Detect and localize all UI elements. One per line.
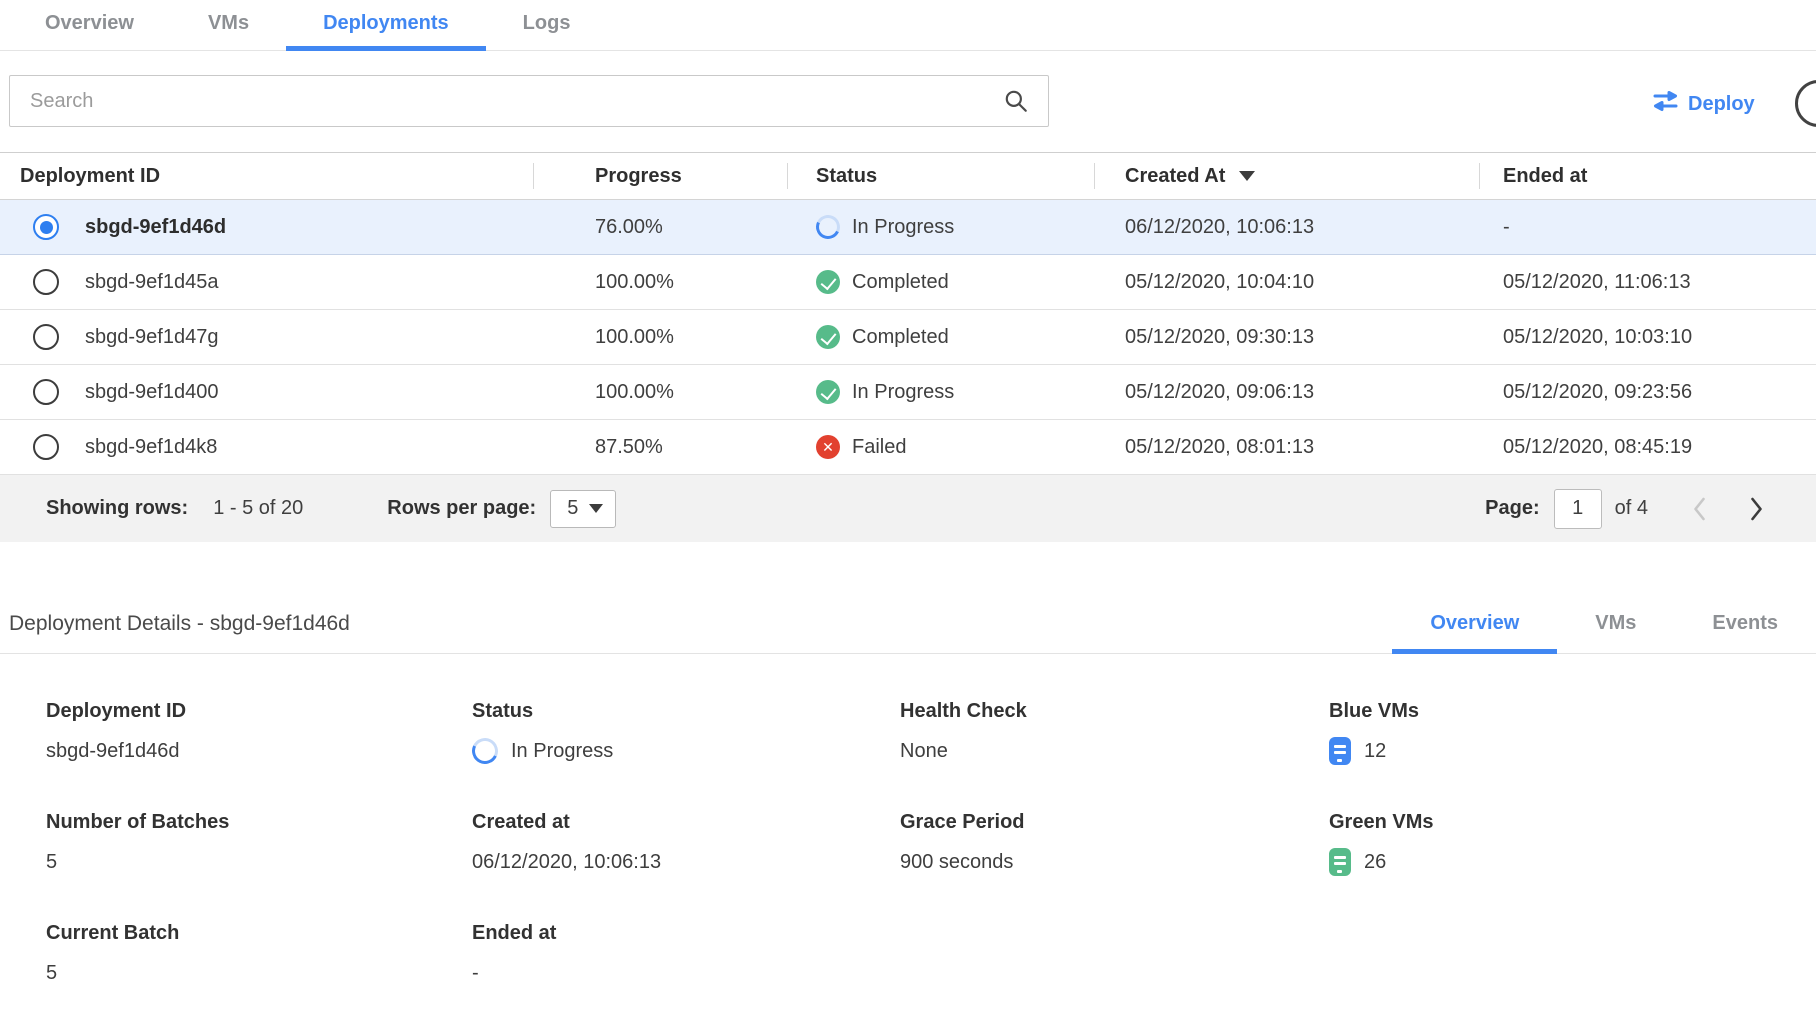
page-number-input[interactable] xyxy=(1554,489,1602,529)
status-label: Completed xyxy=(852,271,949,294)
created-at-value: 05/12/2020, 09:30:13 xyxy=(1094,326,1479,349)
refresh-icon[interactable] xyxy=(1795,80,1816,127)
column-header-deployment-id[interactable]: Deployment ID xyxy=(0,153,533,199)
table-row[interactable]: sbgd-9ef1d400 100.00% In Progress 05/12/… xyxy=(0,365,1816,420)
deployment-id: sbgd-9ef1d45a xyxy=(85,271,218,294)
progress-value: 100.00% xyxy=(533,271,787,294)
tab-overview[interactable]: Overview xyxy=(8,0,171,50)
status-icon xyxy=(816,380,840,404)
created-at-value: 05/12/2020, 08:01:13 xyxy=(1094,436,1479,459)
toolbar: Deploy xyxy=(0,51,1816,152)
main-tab-bar: Overview VMs Deployments Logs xyxy=(0,0,1816,51)
row-radio[interactable] xyxy=(33,269,59,295)
swap-arrows-icon xyxy=(1652,90,1679,118)
ended-at-value: 05/12/2020, 08:45:19 xyxy=(1479,436,1816,459)
field-number-of-batches: Number of Batches 5 xyxy=(46,811,472,876)
deployment-id: sbgd-9ef1d47g xyxy=(85,326,218,349)
column-header-created-at-label: Created At xyxy=(1125,165,1225,188)
sort-desc-icon xyxy=(1239,171,1255,181)
blue-vm-icon xyxy=(1329,737,1351,765)
status-icon xyxy=(816,435,840,459)
table-header-row: Deployment ID Progress Status Created At… xyxy=(0,153,1816,200)
chevron-down-icon xyxy=(589,504,603,513)
progress-value: 76.00% xyxy=(533,216,787,239)
status-label: In Progress xyxy=(852,381,954,404)
field-created-at: Created at 06/12/2020, 10:06:13 xyxy=(472,811,900,876)
progress-value: 100.00% xyxy=(533,326,787,349)
field-grace-period: Grace Period 900 seconds xyxy=(900,811,1329,876)
table-row[interactable]: sbgd-9ef1d46d 76.00% In Progress 06/12/2… xyxy=(0,200,1816,255)
details-tab-overview[interactable]: Overview xyxy=(1392,597,1557,653)
created-at-value: 06/12/2020, 10:06:13 xyxy=(1094,216,1479,239)
status-label: In Progress xyxy=(852,216,954,239)
column-header-created-at[interactable]: Created At xyxy=(1094,153,1479,199)
previous-page-button[interactable] xyxy=(1692,496,1707,522)
details-tab-vms[interactable]: VMs xyxy=(1557,597,1674,653)
row-radio[interactable] xyxy=(33,214,59,240)
table-row[interactable]: sbgd-9ef1d4k8 87.50% Failed 05/12/2020, … xyxy=(0,420,1816,475)
deploy-button-label: Deploy xyxy=(1688,93,1755,116)
tab-vms[interactable]: VMs xyxy=(171,0,286,50)
pagination-bar: Showing rows: 1 - 5 of 20 Rows per page:… xyxy=(0,475,1816,542)
deployment-id: sbgd-9ef1d400 xyxy=(85,381,218,404)
details-title: Deployment Details - sbgd-9ef1d46d xyxy=(9,612,350,636)
search-input[interactable] xyxy=(9,75,1049,127)
table-row[interactable]: sbgd-9ef1d45a 100.00% Completed 05/12/20… xyxy=(0,255,1816,310)
status-label: Completed xyxy=(852,326,949,349)
status-icon xyxy=(816,270,840,294)
row-radio[interactable] xyxy=(33,379,59,405)
field-status: Status In Progress xyxy=(472,700,900,765)
deploy-button[interactable]: Deploy xyxy=(1652,90,1755,118)
field-health-check: Health Check None xyxy=(900,700,1329,765)
details-tab-events[interactable]: Events xyxy=(1674,597,1816,653)
field-blue-vms: Blue VMs 12 xyxy=(1329,700,1816,765)
showing-rows-label: Showing rows: xyxy=(46,497,188,520)
field-ended-at: Ended at - xyxy=(472,922,900,987)
page-total: of 4 xyxy=(1615,497,1648,520)
ended-at-value: 05/12/2020, 11:06:13 xyxy=(1479,271,1816,294)
deployment-id: sbgd-9ef1d46d xyxy=(85,216,226,239)
column-header-status[interactable]: Status xyxy=(787,153,1094,199)
tab-deployments[interactable]: Deployments xyxy=(286,0,486,50)
created-at-value: 05/12/2020, 09:06:13 xyxy=(1094,381,1479,404)
row-radio[interactable] xyxy=(33,434,59,460)
ended-at-value: 05/12/2020, 10:03:10 xyxy=(1479,326,1816,349)
next-page-button[interactable] xyxy=(1749,496,1764,522)
in-progress-spinner-icon xyxy=(468,734,501,767)
page-label: Page: xyxy=(1485,497,1539,520)
column-header-ended-at[interactable]: Ended at xyxy=(1479,153,1816,199)
status-icon xyxy=(816,325,840,349)
rows-per-page-select[interactable]: 5 xyxy=(550,490,616,528)
column-header-progress[interactable]: Progress xyxy=(533,153,787,199)
ended-at-value: - xyxy=(1479,216,1816,239)
details-tab-bar: Overview VMs Events xyxy=(1392,597,1816,653)
field-current-batch: Current Batch 5 xyxy=(46,922,472,987)
search-icon[interactable] xyxy=(1003,88,1029,114)
row-radio[interactable] xyxy=(33,324,59,350)
rows-per-page-value: 5 xyxy=(567,497,578,520)
field-deployment-id: Deployment ID sbgd-9ef1d46d xyxy=(46,700,472,765)
showing-rows-value: 1 - 5 of 20 xyxy=(213,497,303,520)
progress-value: 87.50% xyxy=(533,436,787,459)
details-grid: Deployment ID sbgd-9ef1d46d Status In Pr… xyxy=(0,654,1816,1033)
rows-per-page-label: Rows per page: xyxy=(387,497,536,520)
created-at-value: 05/12/2020, 10:04:10 xyxy=(1094,271,1479,294)
progress-value: 100.00% xyxy=(533,381,787,404)
table-row[interactable]: sbgd-9ef1d47g 100.00% Completed 05/12/20… xyxy=(0,310,1816,365)
deployment-id: sbgd-9ef1d4k8 xyxy=(85,436,217,459)
green-vm-icon xyxy=(1329,848,1351,876)
status-icon xyxy=(813,212,844,243)
field-green-vms: Green VMs 26 xyxy=(1329,811,1816,876)
ended-at-value: 05/12/2020, 09:23:56 xyxy=(1479,381,1816,404)
status-label: Failed xyxy=(852,436,906,459)
tab-logs[interactable]: Logs xyxy=(486,0,608,50)
deployments-table: Deployment ID Progress Status Created At… xyxy=(0,152,1816,542)
deployment-details-section: Deployment Details - sbgd-9ef1d46d Overv… xyxy=(0,542,1816,1033)
